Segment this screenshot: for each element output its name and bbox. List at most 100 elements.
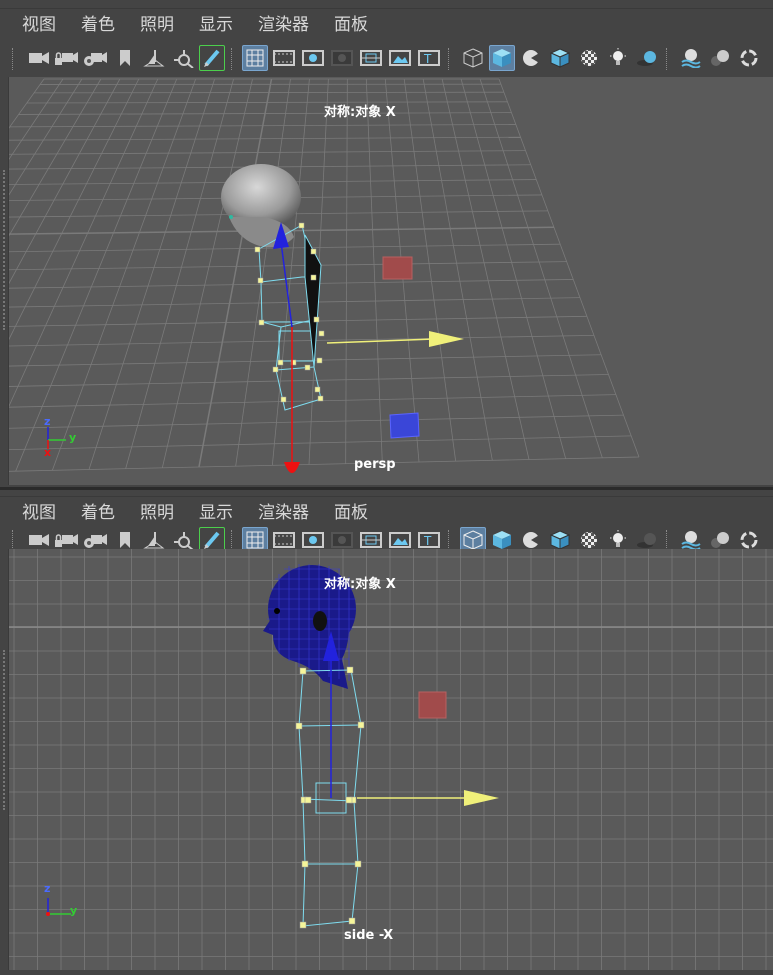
grid-line <box>9 78 121 285</box>
grease-pencil-icon[interactable] <box>199 45 225 71</box>
menu-lighting[interactable]: 照明 <box>140 10 174 35</box>
xray-icon[interactable] <box>576 45 602 71</box>
grid-icon[interactable] <box>242 45 268 71</box>
toolbar-separator <box>12 48 15 70</box>
grid-line <box>15 78 178 472</box>
panel-menubar: 视图 着色 照明 显示 渲染器 面板 <box>0 8 773 36</box>
menu-show[interactable]: 显示 <box>199 498 233 523</box>
grid-line <box>441 78 530 460</box>
shadows-icon[interactable] <box>634 45 660 71</box>
grid-line <box>365 78 383 463</box>
grid-line <box>345 78 348 464</box>
grid-line <box>125 78 234 469</box>
toolbar-separator <box>448 48 451 70</box>
vertices <box>295 666 365 929</box>
grid-line <box>51 78 197 471</box>
wireframe-on-shaded-icon[interactable] <box>547 45 573 71</box>
menu-shading[interactable]: 着色 <box>81 498 115 523</box>
axis-y-label: y <box>70 904 78 917</box>
symmetry-label: 对称:对象 X <box>324 577 396 592</box>
grid-line <box>9 78 64 160</box>
grid-line <box>9 261 567 271</box>
safe-action-icon[interactable] <box>387 45 413 71</box>
axis-z-label: z <box>44 882 51 895</box>
menu-panels[interactable]: 面板 <box>334 498 368 523</box>
field-chart-icon[interactable] <box>358 45 384 71</box>
anti-aliasing-icon[interactable] <box>736 45 762 71</box>
grid-line <box>479 78 603 458</box>
svg-text:T: T <box>423 534 432 548</box>
grid-line <box>9 150 526 155</box>
menu-lighting[interactable]: 照明 <box>140 498 174 523</box>
viewport-panel-persp: 视图 着色 照明 显示 渲染器 面板 T 对称:对象 X persp z y x <box>0 0 773 488</box>
grid-line <box>9 78 159 408</box>
joint-shape <box>304 234 322 368</box>
wireframe-icon[interactable] <box>460 45 486 71</box>
viewport-side[interactable]: 对称:对象 X side -X z y <box>8 549 773 970</box>
menu-renderer[interactable]: 渲染器 <box>258 10 309 35</box>
light-locator-red[interactable] <box>382 256 413 280</box>
lock-camera-icon[interactable] <box>53 45 79 71</box>
grid-line <box>9 414 624 429</box>
lighting-icon[interactable] <box>605 45 631 71</box>
move-manipulator[interactable] <box>323 631 499 806</box>
camera-name-label: side -X <box>344 928 394 943</box>
side-scene <box>9 549 773 970</box>
persp-scene <box>9 78 640 473</box>
grid-line <box>34 91 504 94</box>
camera-settings-icon[interactable] <box>82 45 108 71</box>
film-gate-icon[interactable] <box>271 45 297 71</box>
grid-line <box>9 315 587 327</box>
menu-show[interactable]: 显示 <box>199 10 233 35</box>
menu-view[interactable]: 视图 <box>22 498 56 523</box>
menu-view[interactable]: 视图 <box>22 10 56 35</box>
axis-z-label: z <box>44 415 51 428</box>
gate-mask-icon[interactable] <box>329 45 355 71</box>
bookmark-icon[interactable] <box>112 45 138 71</box>
axis-x-label: x <box>44 446 52 459</box>
camera-icon[interactable] <box>26 45 52 71</box>
camera-name-label: persp <box>354 457 396 472</box>
menu-renderer[interactable]: 渲染器 <box>258 498 309 523</box>
grid-line <box>9 78 45 129</box>
grid-line <box>9 456 640 472</box>
pivot-icon[interactable] <box>170 45 196 71</box>
toolbar-separator <box>231 48 234 70</box>
move-manipulator[interactable] <box>273 222 464 473</box>
smooth-shade-icon[interactable] <box>489 45 515 71</box>
grid-line <box>88 78 216 470</box>
grid-line <box>460 78 567 459</box>
grid-line <box>161 78 253 468</box>
grid-line <box>9 435 632 451</box>
toolbar-separator <box>666 48 669 70</box>
grid-line <box>271 78 310 466</box>
menu-shading[interactable]: 着色 <box>81 10 115 35</box>
grid-line <box>498 78 640 458</box>
symmetry-label: 对称:对象 X <box>324 105 396 120</box>
grid-line <box>422 78 493 461</box>
panel-menubar: 视图 着色 照明 显示 渲染器 面板 <box>0 496 773 524</box>
svg-text:T: T <box>423 52 432 66</box>
axis-y-label: y <box>69 431 77 444</box>
motion-blur-icon[interactable] <box>707 45 733 71</box>
grid-line <box>9 136 521 141</box>
grid-line <box>9 78 140 341</box>
menu-panels[interactable]: 面板 <box>334 10 368 35</box>
screen-space-ao-icon[interactable] <box>678 45 704 71</box>
grid-line <box>9 374 609 387</box>
image-plane-icon[interactable] <box>141 45 167 71</box>
panel-toolbar: T <box>8 44 773 74</box>
resolution-gate-icon[interactable] <box>300 45 326 71</box>
viewport-persp[interactable]: 对称:对象 X persp z y x <box>8 77 773 485</box>
grid-line <box>9 334 594 347</box>
side-grid <box>9 549 773 970</box>
safe-title-icon[interactable]: T <box>416 45 442 71</box>
viewport-panel-side: 视图 着色 照明 显示 渲染器 面板 T 对称:对象 X side -X z y <box>0 490 773 975</box>
head-mesh[interactable] <box>221 164 301 248</box>
grid-line <box>235 78 291 467</box>
light-locator-red[interactable] <box>418 691 447 719</box>
axis-gizmo <box>46 898 71 916</box>
light-locator-blue[interactable] <box>389 412 420 439</box>
use-default-material-icon[interactable] <box>518 45 544 71</box>
ground-grid <box>9 78 640 472</box>
